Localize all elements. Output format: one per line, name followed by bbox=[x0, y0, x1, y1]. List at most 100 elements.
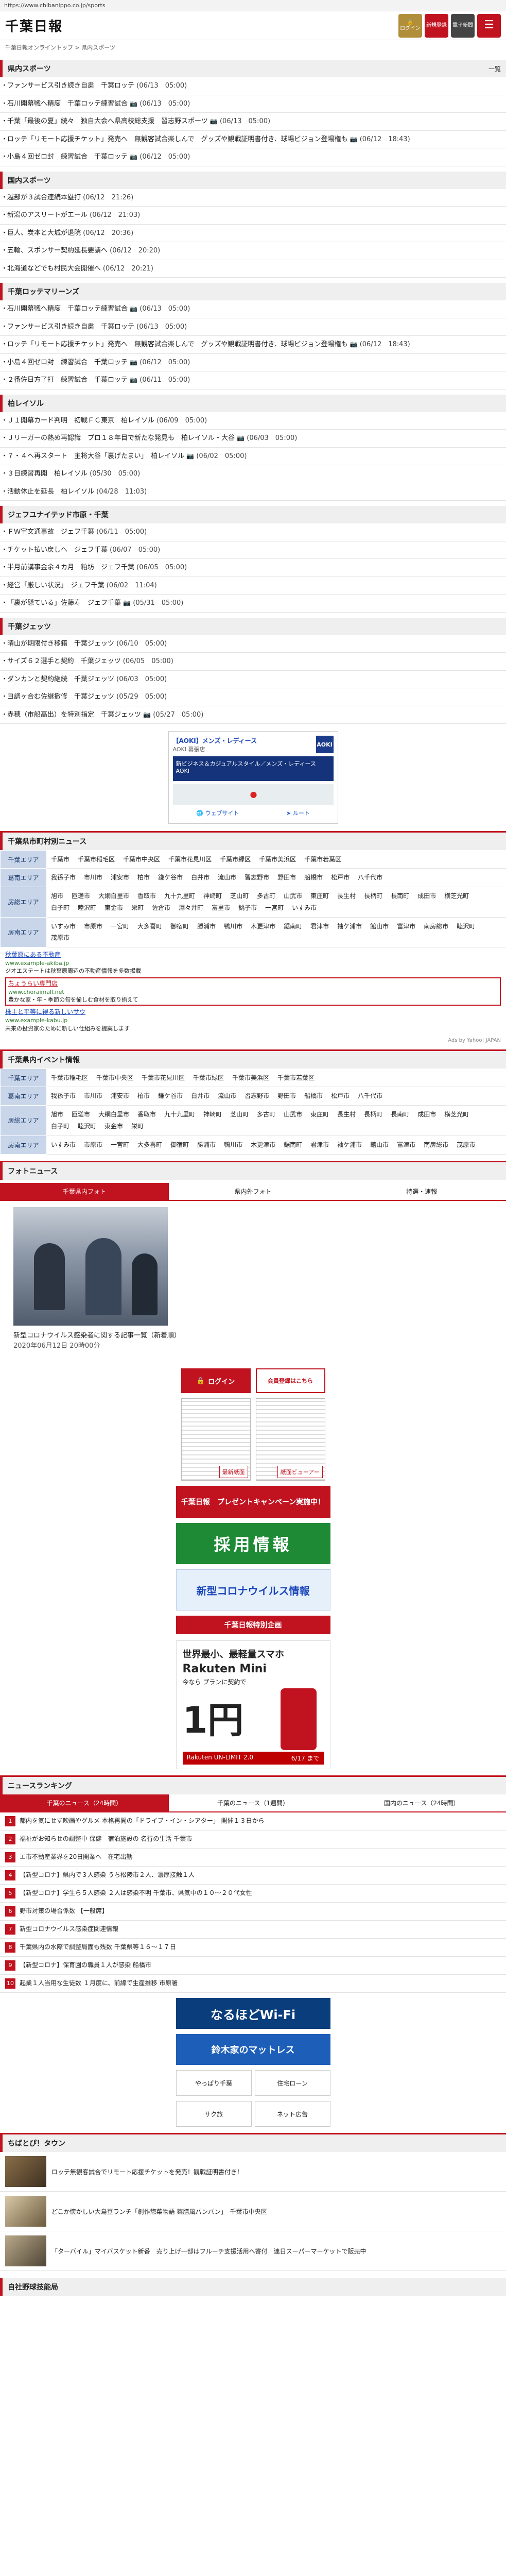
city-link[interactable]: 鎌ケ谷市 bbox=[158, 872, 183, 884]
ad-website-link[interactable]: 🌐 ウェブサイト bbox=[196, 809, 239, 817]
news-title[interactable]: ３日練習再開 柏レイソル bbox=[7, 470, 88, 478]
city-link[interactable]: 鋸南町 bbox=[284, 921, 302, 933]
city-link[interactable]: 船橋市 bbox=[304, 1090, 323, 1102]
city-link[interactable]: 大多喜町 bbox=[137, 921, 162, 933]
news-item[interactable]: ファンサービス引き続き自粛 千葉ロッテ (06/13 05:00) bbox=[0, 318, 506, 336]
photo-main[interactable]: 新型コロナウイルス感染者に関する記事一覧（新着順） 2020年06月12日 20… bbox=[0, 1201, 506, 1359]
city-link[interactable]: 芝山町 bbox=[230, 890, 249, 902]
city-link[interactable]: いすみ市 bbox=[51, 921, 76, 933]
news-item[interactable]: 五輪、スポンサー契約延長要請へ (06/12 20:20) bbox=[0, 242, 506, 260]
city-link[interactable]: 八千代市 bbox=[358, 1090, 382, 1102]
city-link[interactable]: 多古町 bbox=[257, 1109, 275, 1121]
city-link[interactable]: 白子町 bbox=[51, 1121, 69, 1132]
news-title[interactable]: 石川開幕戦へ精度 千葉ロッテ練習試合 bbox=[7, 100, 128, 108]
tab-ranking-week[interactable]: 千葉のニュース（1週間） bbox=[168, 1794, 338, 1813]
town-thumbnail[interactable] bbox=[5, 2235, 46, 2267]
ranking-item[interactable]: 8 千葉県内の水際で調整局面も残数 千葉県等１６～１７日 bbox=[0, 1939, 506, 1957]
banner-loan[interactable]: 住宅ローン bbox=[254, 2070, 330, 2096]
city-link[interactable]: 君津市 bbox=[310, 1139, 329, 1151]
news-item[interactable]: ７・４へ再スタート 主将大谷「裏げたまい」 柏レイソル 📷 (06/02 05:… bbox=[0, 448, 506, 465]
paper-viewer[interactable]: 紙面ビューアー bbox=[255, 1398, 325, 1481]
ranking-title-text[interactable]: 千葉県内の水際で調整局面も残数 千葉県等１６～１７日 bbox=[20, 1942, 176, 1952]
city-link[interactable]: 千葉市若葉区 bbox=[277, 1072, 315, 1084]
city-link[interactable]: 九十九里町 bbox=[164, 890, 195, 902]
city-link[interactable]: 野田市 bbox=[277, 872, 296, 884]
login-button[interactable]: 🔒 ログイン bbox=[398, 13, 422, 38]
news-item[interactable]: 小島４回ゼロ封 練習試合 千葉ロッテ 📷 (06/12 05:00) bbox=[0, 148, 506, 166]
city-link[interactable]: 山武市 bbox=[284, 1109, 302, 1121]
more-link[interactable]: 一覧 bbox=[488, 64, 501, 73]
news-item[interactable]: ヨ調ヶ合む佐継撤修 千葉ジェッツ (05/29 05:00) bbox=[0, 688, 506, 706]
special-project-banner[interactable]: 千葉日報特別企画 bbox=[176, 1616, 330, 1635]
town-item[interactable]: 「ターバイル」マイバスケット新番 売り上げ一部はフルーチ支援活用へ寄付 連日スー… bbox=[0, 2231, 506, 2272]
news-item[interactable]: サイズ６２選手と契約 千葉ジェッツ (06/05 05:00) bbox=[0, 653, 506, 671]
photo-caption[interactable]: 新型コロナウイルス感染者に関する記事一覧（新着順） bbox=[13, 1331, 493, 1342]
city-link[interactable]: 南房総市 bbox=[424, 921, 448, 933]
city-link[interactable]: 千葉市中央区 bbox=[96, 1072, 133, 1084]
text-ad-title[interactable]: ちょうらい専門店 bbox=[8, 979, 498, 988]
city-link[interactable]: 横芝光町 bbox=[444, 1109, 469, 1121]
news-item[interactable]: 小島４回ゼロ封 練習試合 千葉ロッテ 📷 (06/12 05:00) bbox=[0, 354, 506, 371]
city-link[interactable]: 袖ケ浦市 bbox=[337, 921, 362, 933]
tab-special-photo[interactable]: 特選・速報 bbox=[337, 1183, 506, 1201]
town-thumbnail[interactable] bbox=[5, 2156, 46, 2188]
news-title[interactable]: サイズ６２選手と契約 千葉ジェッツ bbox=[7, 657, 121, 665]
text-ad-title[interactable]: 株主と平等に得る新しいサウ bbox=[5, 1008, 501, 1016]
city-link[interactable]: 匝瑳市 bbox=[72, 1109, 90, 1121]
news-item[interactable]: ダンカンと契約継続 千葉ジェッツ (06/03 05:00) bbox=[0, 671, 506, 688]
news-item[interactable]: 経営「厳しい状況」 ジェフ千葉 (06/02 11:04) bbox=[0, 577, 506, 595]
news-title[interactable]: チケット払い戻しへ ジェフ千葉 bbox=[7, 546, 108, 554]
news-title[interactable]: 北海道などでも村民大会開催へ bbox=[7, 265, 101, 273]
ranking-title-text[interactable]: 野市対策の場合係数 【一般席】 bbox=[20, 1906, 108, 1916]
city-link[interactable]: 流山市 bbox=[218, 872, 236, 884]
news-title[interactable]: ファンサービス引き続き自粛 千葉ロッテ bbox=[7, 82, 134, 90]
news-title[interactable]: 活動休止を延長 柏レイソル bbox=[7, 488, 94, 496]
ranking-item[interactable]: 3 エ市不動産業界を20日開業へ 在宅出勤 bbox=[0, 1849, 506, 1867]
news-item[interactable]: ロッテ「リモート応援チケット」発売へ 無観客試合楽しんで グッズや観戦証明書付き… bbox=[0, 131, 506, 148]
city-link[interactable]: 松戸市 bbox=[331, 872, 350, 884]
city-link[interactable]: 佐倉市 bbox=[152, 902, 170, 914]
city-link[interactable]: 浦安市 bbox=[111, 872, 129, 884]
city-link[interactable]: 鋸南町 bbox=[284, 1139, 302, 1151]
news-title[interactable]: ヨ調ヶ合む佐継撤修 千葉ジェッツ bbox=[7, 693, 114, 701]
city-link[interactable]: 一宮町 bbox=[111, 921, 129, 933]
present-campaign-banner[interactable]: 千葉日報 プレゼントキャンペーン実施中！ bbox=[176, 1486, 330, 1518]
city-link[interactable]: 白井市 bbox=[191, 1090, 210, 1102]
city-link[interactable]: 芝山町 bbox=[230, 1109, 249, 1121]
city-link[interactable]: 千葉市稲毛区 bbox=[78, 854, 115, 866]
text-ad[interactable]: 秋葉原にある不動産 www.example-akiba.jp ジオエステートは秋葉原… bbox=[5, 951, 501, 975]
address-bar[interactable]: https://www.chibanippo.co.jp/sports bbox=[0, 0, 506, 11]
city-link[interactable]: 旭市 bbox=[51, 1109, 63, 1121]
city-link[interactable]: 成田市 bbox=[417, 1109, 436, 1121]
site-logo[interactable]: 千葉日報 bbox=[5, 16, 63, 35]
city-link[interactable]: いすみ市 bbox=[292, 902, 317, 914]
city-link[interactable]: 我孫子市 bbox=[51, 872, 76, 884]
news-item[interactable]: 半月前講事金余４カ月 粕坊 ジェフ千葉 (06/05 05:00) bbox=[0, 559, 506, 577]
ranking-item[interactable]: 10 起業１人当用な生徒数 １月度に、前線で生産推移 市原署 bbox=[0, 1975, 506, 1993]
news-title[interactable]: 経営「厳しい状況」 ジェフ千葉 bbox=[7, 582, 104, 589]
city-link[interactable]: 茂原市 bbox=[457, 1139, 475, 1151]
e-paper-button[interactable]: 電子新聞 bbox=[451, 13, 475, 38]
city-link[interactable]: 千葉市緑区 bbox=[193, 1072, 224, 1084]
city-link[interactable]: 千葉市花見川区 bbox=[142, 1072, 185, 1084]
city-link[interactable]: 野田市 bbox=[277, 1090, 296, 1102]
city-link[interactable]: 香取市 bbox=[137, 890, 156, 902]
city-link[interactable]: 成田市 bbox=[417, 890, 436, 902]
tab-domestic-photo[interactable]: 県内外フォト bbox=[168, 1183, 338, 1201]
text-ad-title[interactable]: 秋葉原にある不動産 bbox=[5, 951, 501, 959]
job-info-banner[interactable]: 採用情報 bbox=[176, 1523, 330, 1565]
city-link[interactable]: 鎌ケ谷市 bbox=[158, 1090, 183, 1102]
town-item[interactable]: どこか懐かしい大島豆ランチ「創作惣菜物語 薬膳風パンパン」 千葉市中央区 bbox=[0, 2192, 506, 2232]
text-ad[interactable]: ちょうらい専門店 www.choraimall.net 豊かな家・年・季節の旬を愉し… bbox=[5, 977, 501, 1006]
city-link[interactable]: 栄町 bbox=[131, 902, 144, 914]
city-link[interactable]: 木更津市 bbox=[251, 921, 275, 933]
city-link[interactable]: 習志野市 bbox=[245, 872, 269, 884]
news-title[interactable]: 晴山が期限付き移籍 千葉ジェッツ bbox=[7, 640, 114, 648]
city-link[interactable]: 香取市 bbox=[137, 1109, 156, 1121]
tab-ranking-24h[interactable]: 千葉のニュース（24時間） bbox=[0, 1794, 169, 1813]
news-item[interactable]: 「裏が懸ている」佐藤寿 ジェフ千葉 📷 (05/31 05:00) bbox=[0, 595, 506, 613]
city-link[interactable]: 八千代市 bbox=[358, 872, 382, 884]
news-title[interactable]: 新潟のアスリートがエール bbox=[7, 211, 88, 219]
city-link[interactable]: 東金市 bbox=[104, 1121, 123, 1132]
city-link[interactable]: 長柄町 bbox=[364, 1109, 382, 1121]
